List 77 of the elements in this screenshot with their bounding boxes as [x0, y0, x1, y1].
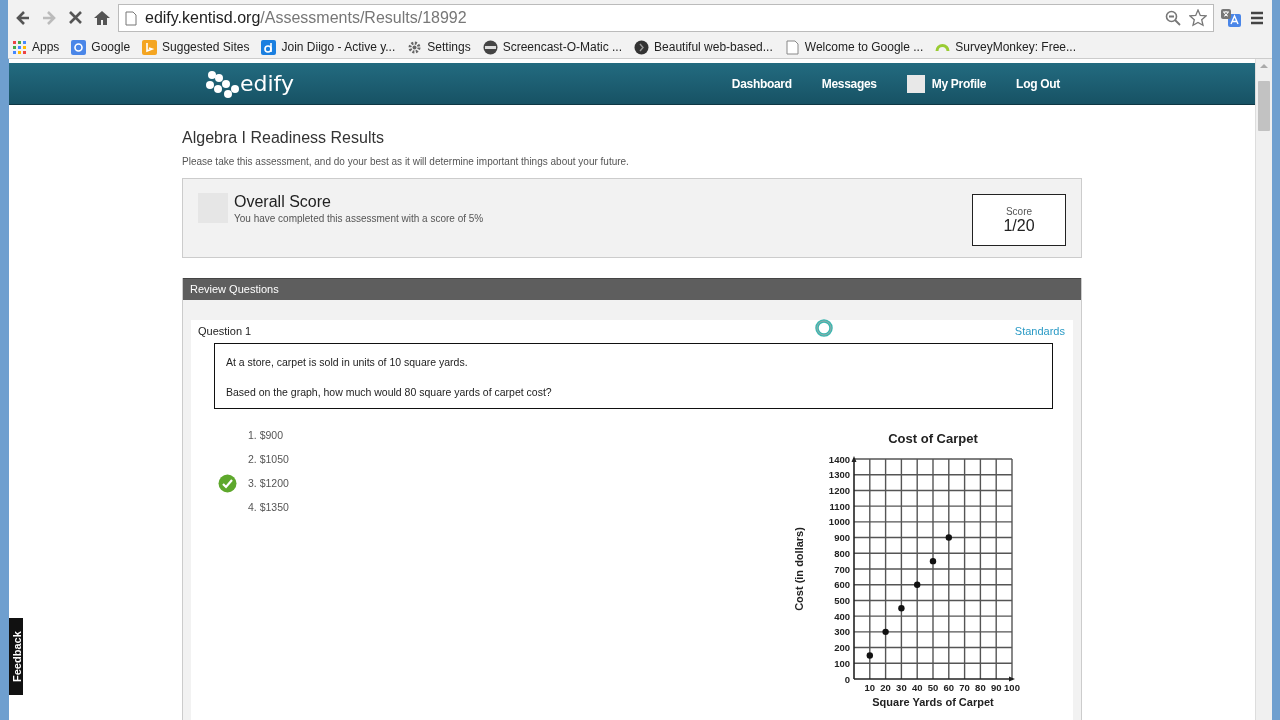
- profile-link[interactable]: My Profile: [906, 74, 987, 93]
- axis-tick-label: 20: [880, 682, 891, 693]
- axis-tick-label: 800: [834, 547, 850, 559]
- menu-icon[interactable]: [1248, 9, 1266, 27]
- page-title: Algebra I Readiness Results: [182, 129, 385, 147]
- answer-choice: 3. $1200: [248, 477, 289, 489]
- axis-tick-label: 40: [911, 682, 923, 693]
- bookmark-item[interactable]: Screencast-O-Matic ...: [482, 39, 623, 55]
- score-label: Score: [1005, 205, 1033, 217]
- bookmark-item[interactable]: Suggested Sites: [142, 39, 250, 55]
- bookmark-item[interactable]: Join Diigo - Active y...: [261, 39, 396, 55]
- google-icon: [71, 39, 87, 55]
- axis-tick-label: 1200: [828, 484, 850, 496]
- answer-choice: 2. $1050: [248, 453, 289, 465]
- page-icon: [125, 10, 137, 26]
- question-label: Question 1: [198, 325, 252, 337]
- badge-icon: [482, 39, 498, 55]
- star-icon[interactable]: [1189, 9, 1207, 27]
- translate-icon[interactable]: [1220, 8, 1242, 28]
- axis-tick-label: 90: [990, 682, 1002, 693]
- card-text: You have completed this assessment with a score of 5%: [234, 213, 484, 224]
- axis-tick-label: 300: [834, 626, 850, 638]
- zoom-out-icon[interactable]: [1165, 10, 1181, 26]
- axis-tick-label: 1400: [828, 453, 850, 465]
- nav-link[interactable]: Dashboard: [731, 76, 792, 91]
- axis-label: Cost (in dollars): [793, 527, 805, 611]
- apps-icon: [12, 39, 27, 55]
- axis-tick-label: 100: [1004, 682, 1020, 693]
- bing-icon: [142, 39, 158, 55]
- nav-link[interactable]: Messages: [821, 76, 877, 91]
- bookmark-item[interactable]: Beautiful web-based...: [634, 39, 773, 55]
- axis-tick-label: 30: [896, 682, 907, 693]
- busy-cursor-icon: [814, 318, 834, 338]
- address-bar[interactable]: edify.kentisd.org/Assessments/Results/18992: [118, 4, 1214, 32]
- bookmark-item[interactable]: Apps: [12, 39, 60, 55]
- site-logo[interactable]: edify: [204, 68, 294, 99]
- axis-tick-label: 70: [959, 682, 970, 693]
- axis-tick-label: 1000: [828, 516, 850, 528]
- axis-tick-label: 900: [834, 532, 850, 544]
- bookmark-item[interactable]: Settings: [407, 39, 471, 55]
- scrollbar-thumb[interactable]: [1258, 81, 1270, 131]
- bookmark-item[interactable]: SurveyMonkey: Free...: [935, 39, 1076, 55]
- page-icon: [784, 39, 800, 55]
- circle-icon: [634, 39, 650, 55]
- score-value: 1/20: [1003, 216, 1035, 235]
- axis-tick-label: 10: [864, 682, 876, 693]
- avatar-image: [906, 74, 925, 93]
- axis-tick-label: 500: [834, 594, 850, 606]
- axis-tick-label: 1100: [829, 500, 850, 512]
- question-text: At a store, carpet is sold in units of 10 square yards.: [226, 356, 469, 368]
- axis-tick-label: 600: [834, 579, 850, 591]
- axis-tick-label: 60: [943, 682, 955, 693]
- logo-icon: [204, 68, 240, 99]
- axis-tick-label: 1300: [828, 469, 850, 481]
- axis-tick-label: 80: [975, 682, 986, 693]
- home-icon[interactable]: [92, 8, 112, 28]
- url-text: edify.kentisd.org/Assessments/Results/18992: [145, 9, 467, 27]
- bookmark-item[interactable]: Welcome to Google ...: [784, 39, 924, 55]
- axis-label: Square Yards of Carpet: [872, 696, 994, 708]
- nav-link[interactable]: Log Out: [1016, 76, 1060, 91]
- axis-tick-label: 200: [834, 642, 850, 654]
- chart-title: Cost of Carpet: [888, 431, 978, 446]
- axis-tick-label: 400: [834, 610, 850, 622]
- panel-header: Review Questions: [183, 278, 1081, 300]
- axis-tick-label: 50: [927, 682, 939, 693]
- question-text: Based on the graph, how much would 80 square yards of carpet cost?: [226, 386, 553, 398]
- card-title: Overall Score: [234, 193, 332, 211]
- axis-tick-label: 0: [844, 673, 850, 685]
- feedback-tab[interactable]: Feedback: [9, 618, 23, 695]
- answer-choice: 1. $900: [248, 429, 284, 441]
- diigo-icon: [261, 39, 277, 55]
- axis-tick-label: 100: [834, 657, 850, 669]
- answer-choice: 4. $1350: [248, 501, 289, 513]
- axis-tick-label: 700: [834, 563, 850, 575]
- bookmark-item[interactable]: Google: [71, 39, 131, 55]
- page-description: Please take this assessment, and do your best as it will determine important things about your future.: [182, 156, 630, 167]
- gear-icon: [407, 39, 423, 55]
